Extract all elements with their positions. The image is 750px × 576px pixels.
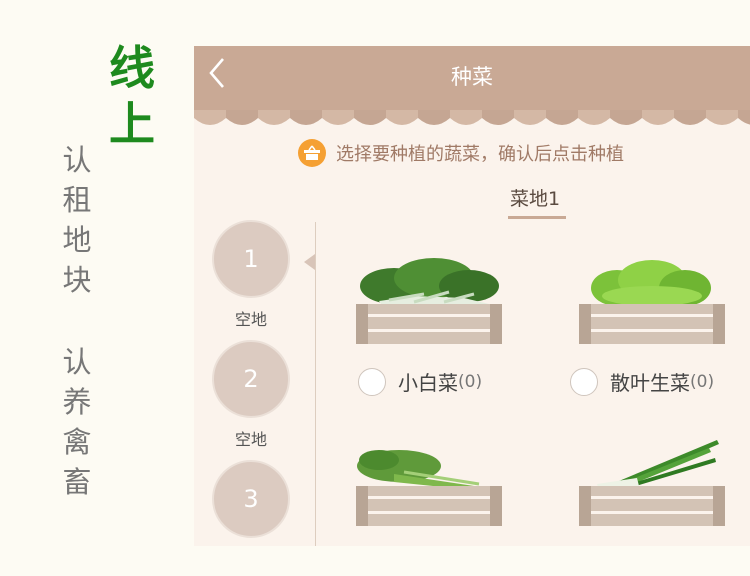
- tip-banner: 选择要种植的蔬菜，确认后点击种植: [298, 138, 624, 168]
- leaf-lettuce-icon: [579, 260, 725, 344]
- promo-heading-line2: 上: [109, 97, 155, 151]
- promo-char: 认: [62, 345, 92, 379]
- awning-decoration: [194, 102, 750, 125]
- plot-number: 2: [212, 340, 290, 418]
- promo-char: 养: [62, 385, 92, 419]
- vegetable-option-leaf-lettuce[interactable]: 散叶生菜 (0): [570, 367, 714, 396]
- radio-button[interactable]: [570, 367, 598, 396]
- bok-choy-icon: [356, 258, 502, 344]
- plot-item-3[interactable]: 3: [212, 460, 290, 538]
- app-screen: 种菜 选择要种植的蔬菜，确认后点击种植 菜地1 1 空地 2 空地 3 小白菜 …: [194, 46, 750, 546]
- promo-text-adopt-livestock: 认 养 禽 畜: [60, 342, 94, 502]
- plot-status: 空地: [234, 310, 267, 329]
- tab-underline: [508, 216, 566, 219]
- promo-char: 块: [62, 263, 92, 297]
- promo-char: 畜: [62, 465, 92, 499]
- promo-heading-line1: 线: [109, 41, 155, 95]
- vegetable-name: 散叶生菜: [610, 371, 690, 395]
- vegetable-option-bok-choy[interactable]: 小白菜 (0): [358, 367, 482, 396]
- vegetable-name: 小白菜: [398, 371, 458, 395]
- promo-char: 禽: [62, 425, 92, 459]
- sidebar-divider: [315, 222, 316, 546]
- vegetable-card-leaf-lettuce[interactable]: [577, 256, 737, 352]
- green-onion-icon: [579, 440, 725, 526]
- basket-icon: [298, 139, 326, 167]
- vegetable-card-green-onion[interactable]: [577, 438, 737, 534]
- promo-text-rent-plot: 认 租 地 块: [60, 140, 94, 300]
- vegetable-count: (0): [458, 371, 483, 392]
- promo-heading: 线 上: [104, 40, 160, 152]
- vegetable-card-celery[interactable]: [354, 438, 514, 534]
- page-title: 种菜: [451, 65, 493, 89]
- plot-item-1[interactable]: 1 空地: [212, 220, 290, 330]
- vegetable-card-bok-choy[interactable]: [354, 256, 514, 352]
- radio-button[interactable]: [358, 367, 386, 396]
- plot-item-2[interactable]: 2 空地: [212, 340, 290, 450]
- celery-icon: [356, 450, 502, 526]
- vegetable-count: (0): [690, 371, 715, 392]
- plot-number: 1: [212, 220, 290, 298]
- plot-number: 3: [212, 460, 290, 538]
- plot-status: 空地: [234, 430, 267, 449]
- tip-text: 选择要种植的蔬菜，确认后点击种植: [336, 144, 624, 165]
- navbar: 种菜: [194, 46, 750, 102]
- tab-plot-1[interactable]: 菜地1: [510, 184, 560, 211]
- promo-char: 租: [62, 183, 92, 217]
- selected-plot-pointer: [304, 254, 315, 270]
- promo-char: 认: [62, 143, 92, 177]
- promo-char: 地: [62, 223, 92, 257]
